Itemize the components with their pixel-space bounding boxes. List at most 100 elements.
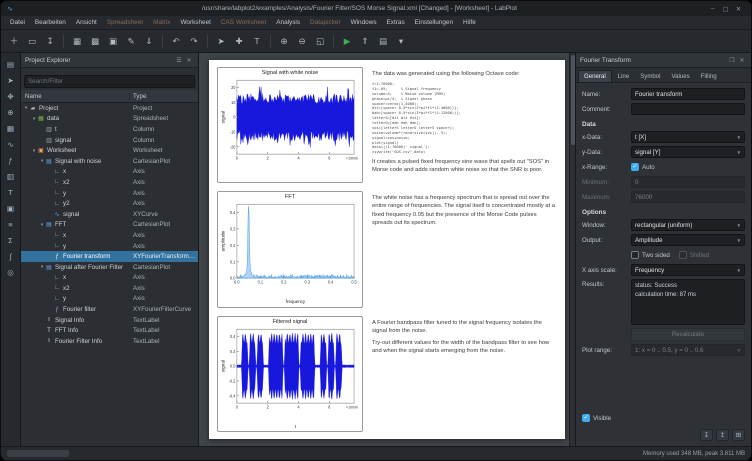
auto-checkbox[interactable]: ✓ (631, 163, 639, 171)
template-load-icon[interactable]: ↧ (700, 429, 713, 441)
search-input[interactable] (24, 75, 195, 88)
menu-worksheet[interactable]: Worksheet (175, 17, 215, 28)
data-picker-icon[interactable]: ◎ (4, 265, 18, 279)
tab-values[interactable]: Values (667, 71, 695, 82)
export-icon[interactable]: ⇑ (357, 33, 373, 49)
worksheet-view[interactable]: Signal with white noise20100-10-200246si… (199, 53, 575, 446)
new-matrix-icon[interactable]: ▩ (87, 33, 103, 49)
tree-row-x2[interactable]: ∟x2Axis (21, 177, 198, 188)
visible-checkbox[interactable]: ✓ (582, 414, 590, 422)
new-note-icon[interactable]: ✎ (123, 33, 139, 49)
menu-ansicht[interactable]: Ansicht (71, 17, 102, 28)
tree-row-fourier-filter-info[interactable]: TFourier Filter InfoTextLabel (21, 336, 198, 347)
add-legend-icon[interactable]: ≡ (4, 217, 18, 231)
tree-row-x[interactable]: ∟xAxis (21, 273, 198, 284)
plot-canvas[interactable]: 0.40.30.20.10.00.00.10.20.30.40.5amplitu… (220, 201, 360, 305)
cursor-tool-icon[interactable]: ➤ (4, 73, 18, 87)
plot-canvas[interactable]: 0.40.20.0-0.2-0.40246signalt×10000 (220, 326, 360, 430)
tree-row-project[interactable]: ▾▰ProjectProject (21, 103, 198, 114)
open-project-icon[interactable]: ▭ (24, 33, 40, 49)
zoom-out-icon[interactable]: ⊖ (294, 33, 310, 49)
template-save-icon[interactable]: ↥ (716, 429, 729, 441)
tree-row-fourier-transform[interactable]: ƒFourier transformXYFourierTransformCurv… (21, 251, 198, 262)
minimize-button[interactable]: – (706, 5, 719, 13)
x-data-select[interactable]: t [X] ▼ (631, 131, 745, 143)
copy-settings-icon[interactable]: ⊞ (732, 429, 745, 441)
add-plot-icon[interactable]: ▦ (4, 121, 18, 135)
explorer-horizontal-scrollbar[interactable] (7, 450, 69, 457)
close-button[interactable]: ✕ (732, 5, 745, 13)
menu-datei[interactable]: Datei (5, 17, 30, 28)
menu-cas-worksheet[interactable]: CAS Worksheet (216, 17, 271, 28)
plot-signal-with-white-noise[interactable]: Signal with white noise20100-10-200246si… (217, 67, 363, 183)
column-header-name[interactable]: Name (21, 93, 130, 100)
plot-fft[interactable]: FFT0.40.30.20.10.00.00.10.20.30.40.5ampl… (217, 191, 363, 307)
tree-row-signal-info[interactable]: TSignal InfoTextLabel (21, 315, 198, 326)
add-histogram-icon[interactable]: ▥ (4, 169, 18, 183)
comment-input[interactable] (631, 103, 745, 115)
tree-row-x2[interactable]: ∟x2Axis (21, 283, 198, 294)
tree-row-worksheet[interactable]: ▾▣WorksheetWorksheet (21, 145, 198, 156)
dock-float-icon[interactable]: ❐ (727, 57, 737, 64)
tree-row-fft-info[interactable]: TFFT InfoTextLabel (21, 325, 198, 336)
zoom-select-tool-icon[interactable]: ⊕ (4, 105, 18, 119)
menu-bearbeiten[interactable]: Bearbeiten (30, 17, 71, 28)
text-mode-icon[interactable]: T (249, 33, 265, 49)
dock-close-icon[interactable]: ✕ (737, 57, 747, 64)
presenter-mode-icon[interactable]: ▶ (339, 33, 355, 49)
tab-general[interactable]: General (578, 70, 612, 82)
tree-row-signal[interactable]: ∿signalXYCurve (21, 209, 198, 220)
undo-icon[interactable]: ↶ (168, 33, 184, 49)
menu-analysis[interactable]: Analysis (271, 17, 305, 28)
menu-einstellungen[interactable]: Einstellungen (410, 17, 458, 28)
tree-row-y[interactable]: ∟yAxis (21, 294, 198, 305)
window-select[interactable]: rectangular (uniform) ▼ (631, 219, 745, 231)
tab-line[interactable]: Line (613, 71, 635, 82)
y-data-select[interactable]: signal [Y] ▼ (631, 146, 745, 158)
minimum-input[interactable] (631, 176, 745, 188)
tree-row-t[interactable]: ▥tColumn (21, 124, 198, 135)
tab-symbol[interactable]: Symbol (635, 71, 665, 82)
shifted-checkbox[interactable] (679, 251, 687, 259)
tree-row-signal-with-noise[interactable]: ▾▤Signal with noiseCartesianPlot (21, 156, 198, 167)
menu-datapicker[interactable]: Datapicker (305, 17, 346, 28)
new-spreadsheet-icon[interactable]: ▦ (69, 33, 85, 49)
project-explorer-toggle-icon[interactable]: ▤ (4, 57, 18, 71)
add-curve-icon[interactable]: ∿ (4, 137, 18, 151)
tree-row-data[interactable]: ▾▦dataSpreadsheet (21, 114, 198, 125)
plot-filtered-signal[interactable]: Filtered signal0.40.20.0-0.2-0.40246sign… (217, 316, 363, 432)
menu-matrix[interactable]: Matrix (148, 17, 175, 28)
plot-range-select[interactable]: 1: x = 0 .. 0.5, y = 0 .. 0.6 ▼ (631, 344, 745, 356)
tree-column-header[interactable]: Name Type (21, 90, 198, 103)
import-data-icon[interactable]: ⇓ (141, 33, 157, 49)
panel-menu-icon[interactable]: ☰ (174, 57, 184, 64)
add-text-label-icon[interactable]: T (4, 185, 18, 199)
menu-hilfe[interactable]: Hilfe (458, 17, 481, 28)
print-icon[interactable]: ▤ (375, 33, 391, 49)
pan-tool-icon[interactable]: ✥ (4, 89, 18, 103)
zoom-fit-icon[interactable]: ◱ (312, 33, 328, 49)
tree-row-y2[interactable]: ∟y2Axis (21, 198, 198, 209)
tree-row-y[interactable]: ∟yAxis (21, 241, 198, 252)
x-scale-select[interactable]: Frequency ▼ (631, 264, 745, 276)
scrollbar-thumb[interactable] (571, 55, 575, 145)
zoom-in-icon[interactable]: ⊕ (276, 33, 292, 49)
output-select[interactable]: Amplitude ▼ (631, 234, 745, 246)
menu-extras[interactable]: Extras (382, 17, 410, 28)
tree-row-x[interactable]: ∟xAxis (21, 167, 198, 178)
add-image-icon[interactable]: ▣ (4, 201, 18, 215)
toolbar-overflow-icon[interactable]: ▾ (393, 33, 409, 49)
worksheet-vertical-scrollbar[interactable] (569, 53, 575, 446)
maximize-button[interactable]: ▢ (719, 5, 732, 13)
fit-curve-icon[interactable]: Σ (4, 233, 18, 247)
tab-filling[interactable]: Filling (696, 71, 722, 82)
two-sided-checkbox[interactable] (631, 251, 639, 259)
tree-row-signal[interactable]: ▥signalColumn (21, 135, 198, 146)
recalculate-button[interactable]: Recalculate (631, 328, 745, 341)
menu-windows[interactable]: Windows (346, 17, 382, 28)
plot-canvas[interactable]: 20100-10-200246signal×10000 (220, 77, 360, 181)
name-input[interactable] (631, 88, 745, 100)
fourier-transform-tool-icon[interactable]: ∫ (4, 249, 18, 263)
tree-row-x[interactable]: ∟xAxis (21, 230, 198, 241)
maximum-input[interactable] (631, 191, 745, 203)
